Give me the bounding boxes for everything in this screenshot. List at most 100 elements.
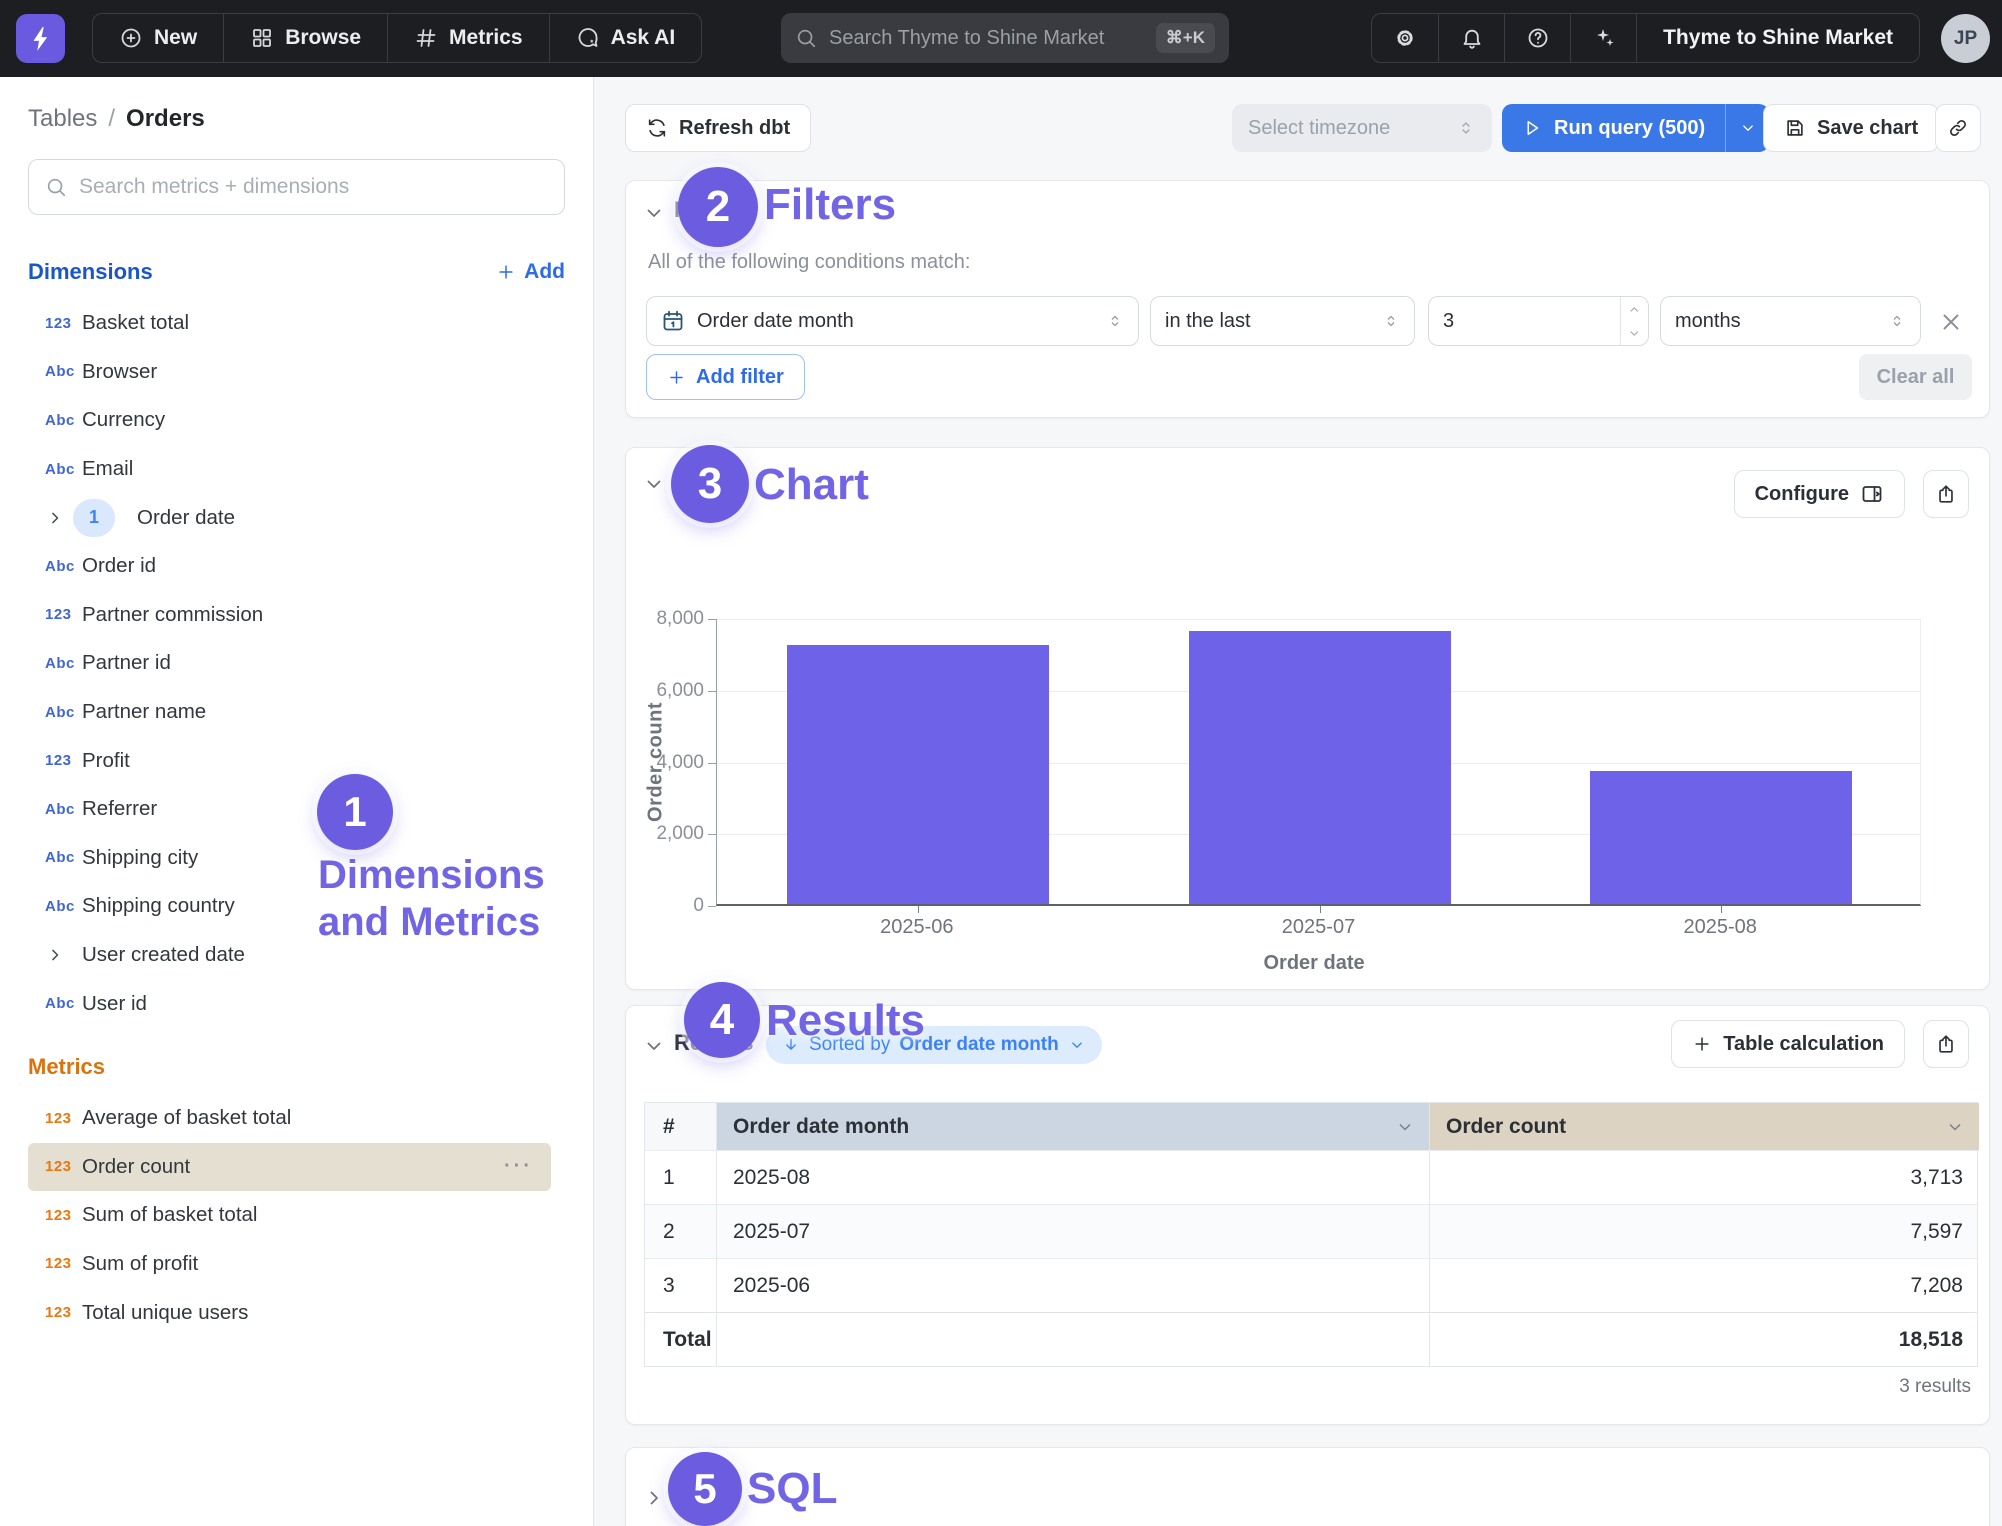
breadcrumb: Tables / Orders	[28, 105, 565, 133]
table-cell[interactable]: 3	[645, 1259, 717, 1312]
sidebar-item-profit[interactable]: 123Profit	[28, 736, 565, 785]
user-avatar[interactable]: JP	[1941, 14, 1990, 63]
table-cell[interactable]: 7,597	[1430, 1205, 1979, 1258]
sidebar-item-shipping-city[interactable]: AbcShipping city	[28, 834, 565, 883]
sidebar-item-label: Currency	[82, 408, 165, 432]
play-icon	[1522, 118, 1542, 138]
refresh-dbt-button[interactable]: Refresh dbt	[625, 104, 811, 152]
nav-item-browse[interactable]: Browse	[223, 14, 387, 62]
sidebar-item-label: Total unique users	[82, 1301, 248, 1325]
item-options-button[interactable]: ···	[504, 1155, 551, 1178]
global-search-input[interactable]	[829, 27, 1144, 50]
stepper-down-button[interactable]	[1621, 321, 1648, 345]
settings-button[interactable]	[1372, 14, 1438, 62]
sidebar-item-email[interactable]: AbcEmail	[28, 445, 565, 494]
clear-all-filters-button[interactable]: Clear all	[1859, 354, 1972, 400]
sidebar-item-shipping-country[interactable]: AbcShipping country	[28, 882, 565, 931]
stepper-up-button[interactable]	[1621, 297, 1648, 321]
sidebar-item-browser[interactable]: AbcBrowser	[28, 348, 565, 397]
metrics-header: Metrics	[28, 1054, 565, 1080]
remove-filter-button[interactable]	[1938, 309, 1964, 335]
add-dimension-button[interactable]: Add	[496, 260, 565, 284]
column-header--[interactable]: #	[645, 1103, 717, 1150]
nav-item-new[interactable]: New	[93, 14, 223, 62]
filter-field-select[interactable]: Order date month	[646, 296, 1139, 346]
app-logo[interactable]	[16, 14, 65, 63]
table-cell[interactable]: 2025-07	[717, 1205, 1430, 1258]
nav-item-metrics[interactable]: Metrics	[387, 14, 549, 62]
column-header-label: Order date month	[733, 1115, 909, 1139]
filters-section-title: Filters	[674, 197, 740, 223]
sidebar-item-average-of-basket-total[interactable]: 123Average of basket total	[28, 1094, 565, 1143]
filter-unit-select[interactable]: months	[1660, 296, 1921, 346]
sidebar-item-user-created-date[interactable]: User created date	[28, 931, 565, 980]
column-header-order-date-month[interactable]: Order date month	[717, 1103, 1430, 1150]
sidebar-item-order-count[interactable]: 123Order count···	[28, 1143, 551, 1192]
results-table: #Order date monthOrder count12025-083,71…	[644, 1102, 1978, 1367]
run-query-button[interactable]: Run query (500)	[1502, 104, 1725, 152]
column-header-order-count[interactable]: Order count	[1430, 1103, 1979, 1150]
chevron-down-icon[interactable]	[1395, 1117, 1415, 1137]
expand-sql-icon[interactable]	[642, 1486, 666, 1510]
bar-2025-07[interactable]	[1189, 631, 1451, 904]
fields-search-input[interactable]	[79, 175, 548, 199]
sidebar-item-basket-total[interactable]: 123Basket total	[28, 299, 565, 348]
chat-star-icon	[576, 26, 600, 50]
caret-down-icon	[1621, 327, 1648, 340]
table-cell[interactable]: 3,713	[1430, 1151, 1979, 1204]
filter-operator-select[interactable]: in the last	[1150, 296, 1415, 346]
table-cell[interactable]: 2	[645, 1205, 717, 1258]
sidebar-item-label: Basket total	[82, 311, 189, 335]
sidebar-item-referrer[interactable]: AbcReferrer	[28, 785, 565, 834]
notifications-button[interactable]	[1438, 14, 1504, 62]
timezone-select[interactable]: Select timezone	[1232, 104, 1492, 152]
number-type-icon: 123	[45, 1110, 82, 1127]
chevron-right-icon[interactable]	[45, 945, 65, 965]
add-filter-button[interactable]: Add filter	[646, 354, 805, 400]
table-cell[interactable]: 2025-06	[717, 1259, 1430, 1312]
table-cell[interactable]: 1	[645, 1151, 717, 1204]
table-cell[interactable]: 2025-08	[717, 1151, 1430, 1204]
y-axis-tick-label: 2,000	[626, 823, 704, 845]
sidebar-item-partner-id[interactable]: AbcPartner id	[28, 639, 565, 688]
collapse-filters-icon[interactable]	[642, 201, 666, 225]
export-results-button[interactable]	[1923, 1020, 1969, 1068]
breadcrumb-tables-link[interactable]: Tables	[28, 105, 97, 133]
save-chart-button[interactable]: Save chart	[1763, 104, 1939, 152]
search-shortcut-badge: ⌘+K	[1156, 23, 1215, 53]
fields-search[interactable]	[28, 159, 565, 215]
global-search[interactable]: ⌘+K	[781, 13, 1229, 63]
nav-item-label: Ask AI	[611, 26, 676, 50]
string-type-icon: Abc	[45, 655, 82, 672]
sidebar-item-order-date[interactable]: 1Order date	[28, 493, 565, 542]
nav-item-ask-ai[interactable]: Ask AI	[549, 14, 702, 62]
table-calculation-button[interactable]: Table calculation	[1671, 1020, 1905, 1068]
share-link-button[interactable]	[1935, 104, 1981, 152]
sidebar-item-total-unique-users[interactable]: 123Total unique users	[28, 1288, 565, 1337]
sidebar-item-currency[interactable]: AbcCurrency	[28, 396, 565, 445]
breadcrumb-current-table: Orders	[126, 105, 205, 133]
organization-name[interactable]: Thyme to Shine Market	[1636, 14, 1919, 62]
bar-2025-08[interactable]	[1590, 771, 1852, 904]
string-type-icon: Abc	[45, 801, 82, 818]
ai-assistant-button[interactable]	[1570, 14, 1636, 62]
chevron-right-icon[interactable]	[45, 508, 65, 528]
sorted-by-pill[interactable]: Sorted by Order date month	[766, 1026, 1102, 1064]
bar-2025-06[interactable]	[787, 645, 1049, 904]
table-cell[interactable]: 7,208	[1430, 1259, 1979, 1312]
sidebar-item-partner-name[interactable]: AbcPartner name	[28, 688, 565, 737]
filter-value-field[interactable]	[1429, 310, 1620, 333]
table-row: 12025-083,713	[645, 1150, 1977, 1204]
hash-icon	[414, 26, 438, 50]
help-button[interactable]	[1504, 14, 1570, 62]
y-axis-tick-label: 0	[626, 895, 704, 917]
sidebar-item-user-id[interactable]: AbcUser id	[28, 979, 565, 1028]
collapse-results-icon[interactable]	[642, 1034, 666, 1058]
dimensions-list: 123Basket totalAbcBrowserAbcCurrencyAbcE…	[28, 299, 565, 1028]
filter-value-input[interactable]	[1428, 296, 1649, 346]
chevron-down-icon[interactable]	[1945, 1117, 1965, 1137]
sidebar-item-sum-of-basket-total[interactable]: 123Sum of basket total	[28, 1191, 565, 1240]
sidebar-item-order-id[interactable]: AbcOrder id	[28, 542, 565, 591]
sidebar-item-partner-commission[interactable]: 123Partner commission	[28, 591, 565, 640]
sidebar-item-sum-of-profit[interactable]: 123Sum of profit	[28, 1240, 565, 1289]
